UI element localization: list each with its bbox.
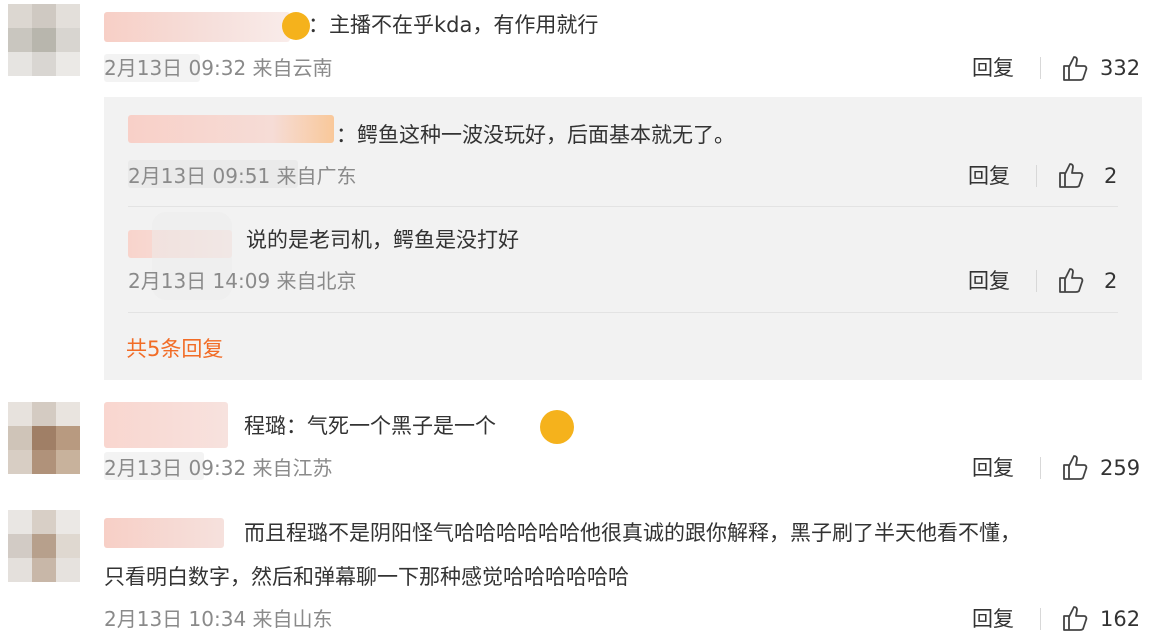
reply-text: ：鳄鱼这种一波没玩好，后面基本就无了。 xyxy=(336,123,735,147)
avatar[interactable] xyxy=(8,510,80,582)
comment-text: 程璐：气死一个黑子是一个 xyxy=(244,414,496,438)
reply-button[interactable]: 回复 xyxy=(972,606,1014,632)
reply-divider xyxy=(128,206,1118,207)
divider xyxy=(1040,608,1041,630)
more-replies-link[interactable]: 共5条回复 xyxy=(126,336,223,362)
like-count: 162 xyxy=(1100,607,1141,631)
like-count: 2 xyxy=(1104,269,1118,293)
thumbs-up-icon[interactable] xyxy=(1060,452,1090,482)
comment-text-line1: 而且程璐不是阴阳怪气哈哈哈哈哈哈他很真诚的跟你解释，黑子刷了半天他看不懂， xyxy=(244,521,1021,545)
reply-button[interactable]: 回复 xyxy=(972,55,1014,81)
comment-text: ：主播不在乎kda，有作用就行 xyxy=(308,13,599,37)
reply-divider xyxy=(128,312,1118,313)
reply-text: 说的是老司机，鳄鱼是没打好 xyxy=(246,228,519,252)
reply-button[interactable]: 回复 xyxy=(968,268,1010,294)
reply-button[interactable]: 回复 xyxy=(968,163,1010,189)
reply-username[interactable] xyxy=(128,115,334,143)
username[interactable] xyxy=(104,518,224,548)
reply-meta: 2月13日 09:51 来自广东 xyxy=(128,164,357,188)
thumbs-up-icon[interactable] xyxy=(1056,265,1086,295)
avatar[interactable] xyxy=(8,4,80,76)
like-count: 259 xyxy=(1100,456,1141,480)
thumbs-up-icon[interactable] xyxy=(1060,53,1090,83)
username[interactable] xyxy=(104,402,228,448)
username[interactable] xyxy=(104,12,290,42)
divider xyxy=(1036,165,1037,187)
avatar[interactable] xyxy=(8,402,80,474)
comment-meta: 2月13日 09:32 来自江苏 xyxy=(104,456,333,480)
thumbs-up-icon[interactable] xyxy=(1060,603,1090,633)
comment-meta: 2月13日 09:32 来自云南 xyxy=(104,56,333,80)
comment-text-line2: 只看明白数字，然后和弹幕聊一下那种感觉哈哈哈哈哈哈 xyxy=(104,565,629,589)
like-count: 2 xyxy=(1104,164,1118,188)
divider xyxy=(1040,457,1041,479)
reply-meta: 2月13日 14:09 来自北京 xyxy=(128,269,357,293)
thumbs-up-icon[interactable] xyxy=(1056,160,1086,190)
reply-button[interactable]: 回复 xyxy=(972,455,1014,481)
hands-emoji-icon xyxy=(282,12,310,40)
comment-meta: 2月13日 10:34 来自山东 xyxy=(104,607,333,631)
crying-laughing-emoji-icon xyxy=(540,410,574,444)
like-count: 332 xyxy=(1100,56,1141,80)
divider xyxy=(1040,57,1041,79)
divider xyxy=(1036,270,1037,292)
